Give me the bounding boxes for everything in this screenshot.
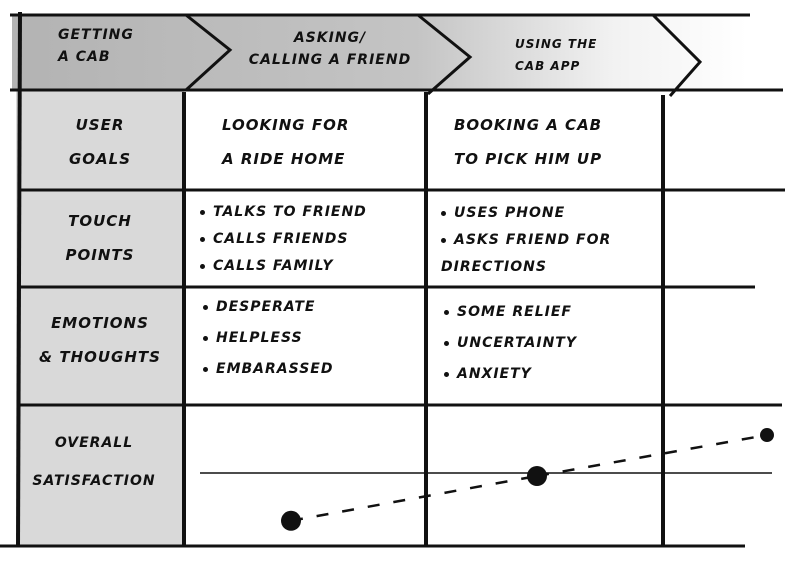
bullet-text: Calls family — [213, 258, 334, 274]
cell-user-goals-2-line-2: to pick him up — [454, 150, 603, 168]
row-label-satisfaction-line-1: Overall — [54, 435, 134, 451]
row-label-emotions-line-1: Emotions — [51, 314, 149, 332]
stage-header-2-line-1: Asking/ — [293, 30, 367, 46]
bullet-item: Uses phone — [441, 200, 641, 227]
bullet-item: Talks to friend — [200, 199, 367, 226]
bullet-item: Some relief — [444, 297, 577, 328]
cell-user-goals-2: Booking a cab to pick him up — [454, 108, 602, 176]
satisfaction-point-3 — [760, 428, 774, 443]
bullet-text: Calls friends — [213, 231, 349, 247]
bullet-text: Desperate — [216, 299, 316, 315]
row-label-touch-points-line-2: Points — [65, 246, 135, 264]
bullet-item: Embarassed — [203, 354, 333, 385]
bullet-text: Talks to friend — [213, 204, 367, 220]
cell-user-goals-1: Looking for a ride home — [222, 108, 349, 176]
satisfaction-point-1 — [281, 510, 301, 531]
bullet-text: Anxiety — [457, 366, 532, 382]
stage-header-1-line-1: Getting — [58, 27, 134, 43]
satisfaction-connector-1 — [290, 474, 538, 523]
cell-user-goals-2-line-1: Booking a cab — [454, 116, 603, 134]
stage-header-3-line-1: Using the — [515, 37, 598, 51]
cell-user-goals-1-line-2: a ride home — [222, 150, 346, 168]
satisfaction-chart — [281, 428, 774, 531]
bullet-dot-icon — [203, 366, 208, 372]
bullet-item: Desperate — [203, 292, 333, 323]
bullet-dot-icon — [200, 263, 205, 269]
journey-map: Getting a cab Asking/ calling a friend U… — [0, 0, 800, 566]
bullet-text: Some relief — [457, 304, 572, 320]
cell-touch-points-2: Uses phone Asks friend for directions — [441, 200, 641, 281]
row-label-emotions-line-2: & Thoughts — [39, 348, 161, 366]
bullet-dot-icon — [444, 309, 449, 315]
row-label-touch-points-line-1: Touch — [68, 212, 132, 230]
row-label-emotions: Emotions & Thoughts — [30, 306, 170, 374]
stage-header-1: Getting a cab — [58, 24, 134, 68]
cell-emotions-2: Some relief Uncertainty Anxiety — [444, 297, 577, 390]
bullet-item: Asks friend for directions — [441, 227, 641, 281]
stage-header-1-line-2: a cab — [58, 49, 111, 65]
row-label-touch-points: Touch Points — [30, 204, 170, 272]
bullet-text: Uncertainty — [457, 335, 577, 351]
row-label-user-goals: User Goals — [30, 108, 170, 176]
stage-header-2-line-2: calling a friend — [248, 52, 412, 68]
bullet-dot-icon — [444, 371, 449, 377]
bullet-dot-icon — [441, 237, 446, 243]
row-label-user-goals-line-1: User — [75, 116, 125, 134]
bullet-item: Calls friends — [200, 226, 367, 253]
bullet-item: Helpless — [203, 323, 333, 354]
bullet-dot-icon — [203, 335, 208, 341]
row-label-user-goals-line-2: Goals — [68, 150, 132, 168]
bullet-text: Helpless — [216, 330, 303, 346]
bullet-text: Uses phone — [454, 205, 566, 221]
stage-header-3: Using the cab app — [515, 33, 597, 77]
bullet-dot-icon — [200, 236, 205, 242]
bullet-text: Asks friend for directions — [441, 232, 612, 275]
stage-header-3-line-2: cab app — [515, 59, 581, 73]
cell-user-goals-1-line-1: Looking for — [222, 116, 350, 134]
row-label-satisfaction-line-2: Satisfaction — [32, 473, 156, 489]
row-label-satisfaction: Overall Satisfaction — [24, 424, 164, 500]
bullet-item: Anxiety — [444, 359, 577, 390]
bullet-dot-icon — [200, 209, 205, 215]
cell-touch-points-1: Talks to friend Calls friends Calls fami… — [200, 199, 367, 280]
bullet-text: Embarassed — [216, 361, 334, 377]
left-border — [16, 11, 22, 547]
cell-emotions-1: Desperate Helpless Embarassed — [203, 292, 333, 385]
satisfaction-connector-2 — [536, 433, 768, 478]
bullet-dot-icon — [203, 304, 208, 310]
bullet-item: Calls family — [200, 253, 367, 280]
bullet-dot-icon — [444, 340, 449, 346]
bullet-dot-icon — [441, 210, 446, 216]
satisfaction-point-2 — [527, 466, 547, 486]
bullet-item: Uncertainty — [444, 328, 577, 359]
stage-header-2: Asking/ calling a friend — [240, 27, 420, 71]
